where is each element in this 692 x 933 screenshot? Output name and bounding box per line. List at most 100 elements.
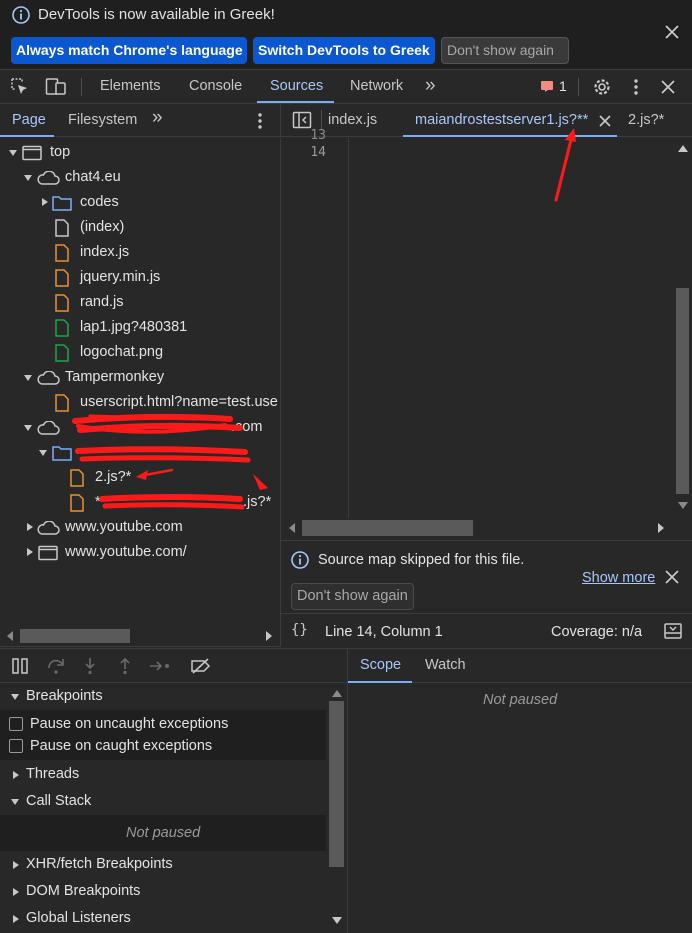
editor-tabs: index.js maiandrostestserver1.js?** 2.js…	[281, 104, 692, 137]
more-options-icon[interactable]	[631, 77, 641, 97]
tab-page[interactable]: Page	[12, 104, 46, 137]
pause-icon[interactable]	[12, 658, 28, 674]
pause-caught-option[interactable]: Pause on caught exceptions	[0, 735, 326, 757]
section-threads[interactable]: Threads	[0, 761, 326, 788]
call-stack-status: Not paused	[126, 825, 201, 841]
scroll-right-icon[interactable]	[265, 631, 273, 641]
issues-count: 1	[559, 78, 567, 94]
language-infobar: DevTools is now available in Greek! Alwa…	[0, 0, 692, 70]
scope-panel: Not paused	[348, 683, 692, 933]
line-number: 13	[310, 128, 326, 143]
debugger-vertical-scrollbar[interactable]	[326, 683, 348, 933]
scope-status: Not paused	[483, 692, 558, 708]
section-call-stack[interactable]: Call Stack	[0, 788, 326, 815]
debugger-toolbar	[0, 648, 348, 683]
navigator-tabs: Page Filesystem »	[0, 104, 281, 137]
tab-sources[interactable]: Sources	[270, 70, 323, 103]
step-icon[interactable]	[149, 659, 171, 673]
deactivate-breakpoints-icon[interactable]	[190, 658, 212, 674]
editor-active-indicator	[403, 135, 617, 137]
checkbox[interactable]	[9, 717, 23, 731]
source-map-infobar: Source map skipped for this file. Show m…	[281, 540, 692, 612]
navigator-active-indicator	[0, 135, 54, 137]
main-toolbar: Elements Console Sources Network » 1	[0, 70, 692, 104]
device-toolbar-icon[interactable]	[45, 77, 67, 97]
checkbox[interactable]	[9, 739, 23, 753]
tab-console[interactable]: Console	[189, 70, 242, 103]
editor-vertical-scrollbar[interactable]	[673, 138, 692, 518]
code-editor[interactable]: 13 14	[281, 128, 692, 518]
info-icon	[12, 6, 30, 24]
tab-watch[interactable]: Watch	[425, 649, 466, 682]
annotation-arrow	[554, 128, 576, 202]
debugger-sidebar: Breakpoints Pause on uncaught exceptions…	[0, 683, 326, 933]
line-number-gutter: 13 14	[281, 128, 349, 518]
more-tabs-icon[interactable]: »	[425, 75, 436, 97]
section-global-listeners[interactable]: Global Listeners	[0, 905, 326, 932]
dont-show-again-button[interactable]: Don't show again	[441, 37, 569, 64]
scope-watch-tabs: Scope Watch	[348, 648, 692, 683]
tab-network[interactable]: Network	[350, 70, 403, 103]
navigator-menu-icon[interactable]	[255, 111, 265, 131]
scroll-left-icon[interactable]	[6, 631, 14, 641]
step-over-icon[interactable]	[47, 658, 65, 674]
expand-arrow-icon[interactable]	[10, 797, 20, 807]
toggle-sidebar-icon[interactable]	[664, 623, 682, 639]
active-tab-indicator	[257, 101, 334, 103]
scroll-right-icon[interactable]	[657, 523, 665, 533]
toggle-navigator-icon[interactable]	[292, 111, 312, 129]
close-icon[interactable]	[664, 24, 680, 40]
dont-show-again-button[interactable]: Don't show again	[291, 583, 414, 610]
section-xhr-breakpoints[interactable]: XHR/fetch Breakpoints	[0, 851, 326, 878]
scroll-thumb[interactable]	[20, 629, 130, 643]
inspect-element-icon[interactable]	[10, 77, 30, 97]
section-dom-breakpoints[interactable]: DOM Breakpoints	[0, 878, 326, 905]
call-stack-body: Not paused	[0, 815, 326, 851]
editor-tab-index-js[interactable]: index.js	[328, 104, 377, 137]
step-out-icon[interactable]	[118, 657, 132, 675]
close-icon[interactable]	[665, 570, 679, 584]
issues-counter[interactable]: 1	[540, 78, 567, 94]
info-icon	[291, 551, 309, 569]
collapsed-arrow-icon[interactable]	[11, 860, 21, 870]
scroll-thumb[interactable]	[302, 520, 473, 536]
more-navigator-tabs-icon[interactable]: »	[152, 107, 163, 129]
issue-flag-icon	[541, 81, 553, 92]
collapsed-arrow-icon[interactable]	[11, 887, 21, 897]
settings-gear-icon[interactable]	[592, 77, 612, 97]
editor-tab-2-js[interactable]: 2.js?*	[628, 104, 664, 137]
tab-filesystem[interactable]: Filesystem	[68, 104, 137, 137]
tab-scope[interactable]: Scope	[360, 649, 401, 682]
section-breakpoints[interactable]: Breakpoints	[0, 683, 326, 710]
scroll-thumb[interactable]	[676, 288, 689, 494]
close-tab-icon[interactable]	[599, 115, 611, 127]
pause-uncaught-option[interactable]: Pause on uncaught exceptions	[0, 713, 326, 735]
tree-horizontal-scrollbar[interactable]	[0, 625, 281, 647]
expand-arrow-icon[interactable]	[10, 692, 20, 702]
editor-status-bar: {} Line 14, Column 1 Coverage: n/a	[281, 613, 692, 648]
scroll-up-icon[interactable]	[332, 689, 342, 697]
redaction-markup	[72, 413, 268, 510]
step-into-icon[interactable]	[83, 657, 97, 675]
breakpoints-body: Pause on uncaught exceptions Pause on ca…	[0, 710, 326, 760]
close-devtools-icon[interactable]	[660, 79, 676, 95]
scroll-up-icon[interactable]	[678, 144, 688, 152]
tab-elements[interactable]: Elements	[100, 70, 160, 103]
line-number: 14	[310, 145, 326, 160]
infobar-message: DevTools is now available in Greek!	[38, 6, 275, 23]
switch-to-greek-button[interactable]: Switch DevTools to Greek	[253, 37, 435, 64]
file-tree: top chat4.eu codes (index) index.js jque…	[0, 138, 281, 625]
collapsed-arrow-icon[interactable]	[11, 770, 21, 780]
collapsed-arrow-icon[interactable]	[11, 914, 21, 924]
pretty-print-icon[interactable]: {}	[291, 622, 308, 638]
show-more-link[interactable]: Show more	[582, 570, 655, 586]
cursor-position: Line 14, Column 1	[325, 624, 443, 640]
scroll-left-icon[interactable]	[288, 523, 296, 533]
coverage-status: Coverage: n/a	[551, 624, 643, 640]
scroll-down-icon[interactable]	[678, 502, 688, 510]
source-map-message: Source map skipped for this file.	[318, 552, 525, 568]
scroll-thumb[interactable]	[329, 701, 344, 867]
editor-horizontal-scrollbar[interactable]	[281, 518, 673, 538]
scroll-down-icon[interactable]	[332, 917, 342, 925]
always-match-language-button[interactable]: Always match Chrome's language	[11, 37, 247, 64]
